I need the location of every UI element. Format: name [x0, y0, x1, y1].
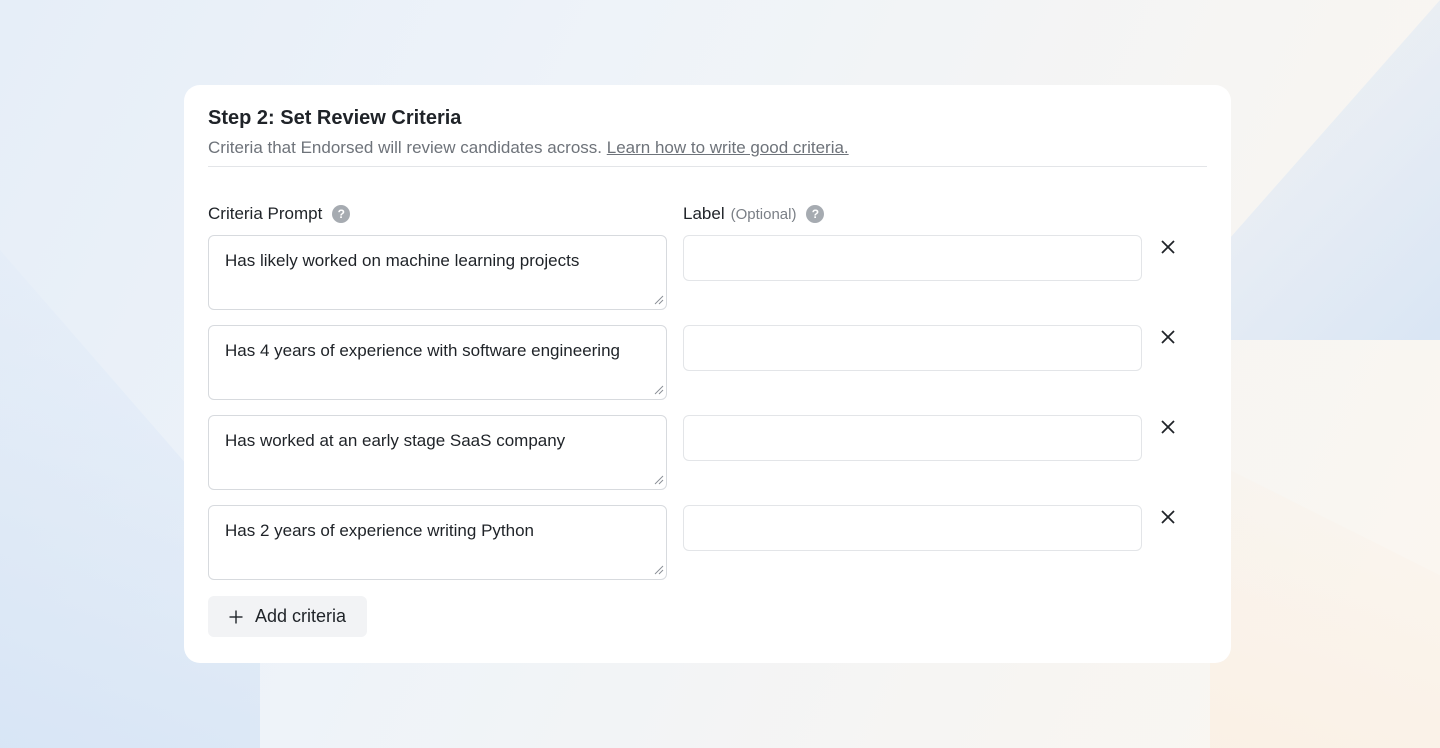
- background-shape: [1210, 460, 1440, 748]
- review-criteria-card: Step 2: Set Review Criteria Criteria tha…: [184, 85, 1231, 663]
- add-criteria-button[interactable]: Add criteria: [208, 596, 368, 637]
- plus-icon: [229, 610, 243, 623]
- criteria-prompt-textarea[interactable]: Has worked at an early stage SaaS compan…: [208, 415, 667, 490]
- label-heading: Label (Optional) ?: [683, 204, 825, 224]
- step-subtitle: Criteria that Endorsed will review candi…: [208, 138, 849, 158]
- remove-criteria-button[interactable]: [1156, 505, 1180, 529]
- criteria-label-input[interactable]: [683, 325, 1142, 371]
- criteria-prompt-heading-text: Criteria Prompt: [208, 204, 323, 223]
- criteria-prompt-heading: Criteria Prompt ?: [208, 204, 351, 224]
- close-icon: [1161, 330, 1175, 344]
- criteria-label-input[interactable]: [683, 505, 1142, 551]
- criteria-row: Has worked at an early stage SaaS compan…: [208, 415, 1208, 490]
- criteria-row: Has likely worked on machine learning pr…: [208, 235, 1208, 310]
- label-heading-text: Label: [683, 204, 725, 223]
- subtitle-text: Criteria that Endorsed will review candi…: [208, 138, 603, 157]
- close-icon: [1161, 510, 1175, 524]
- close-icon: [1161, 420, 1175, 434]
- criteria-label-input[interactable]: [683, 415, 1142, 461]
- header-divider: [208, 166, 1207, 167]
- criteria-prompt-textarea[interactable]: Has 4 years of experience with software …: [208, 325, 667, 400]
- criteria-label-input[interactable]: [683, 235, 1142, 281]
- close-icon: [1161, 240, 1175, 254]
- remove-criteria-button[interactable]: [1156, 325, 1180, 349]
- criteria-prompt-textarea[interactable]: Has 2 years of experience writing Python: [208, 505, 667, 580]
- help-circle-icon[interactable]: ?: [806, 205, 825, 223]
- help-circle-icon[interactable]: ?: [332, 205, 351, 223]
- criteria-row: Has 4 years of experience with software …: [208, 325, 1208, 400]
- step-title: Step 2: Set Review Criteria: [208, 107, 462, 129]
- add-criteria-label: Add criteria: [255, 606, 347, 626]
- remove-criteria-button[interactable]: [1156, 235, 1180, 259]
- label-optional-text: (Optional): [730, 205, 797, 223]
- criteria-row: Has 2 years of experience writing Python: [208, 505, 1208, 580]
- learn-criteria-link[interactable]: Learn how to write good criteria.: [607, 138, 849, 157]
- remove-criteria-button[interactable]: [1156, 415, 1180, 439]
- criteria-prompt-textarea[interactable]: Has likely worked on machine learning pr…: [208, 235, 667, 310]
